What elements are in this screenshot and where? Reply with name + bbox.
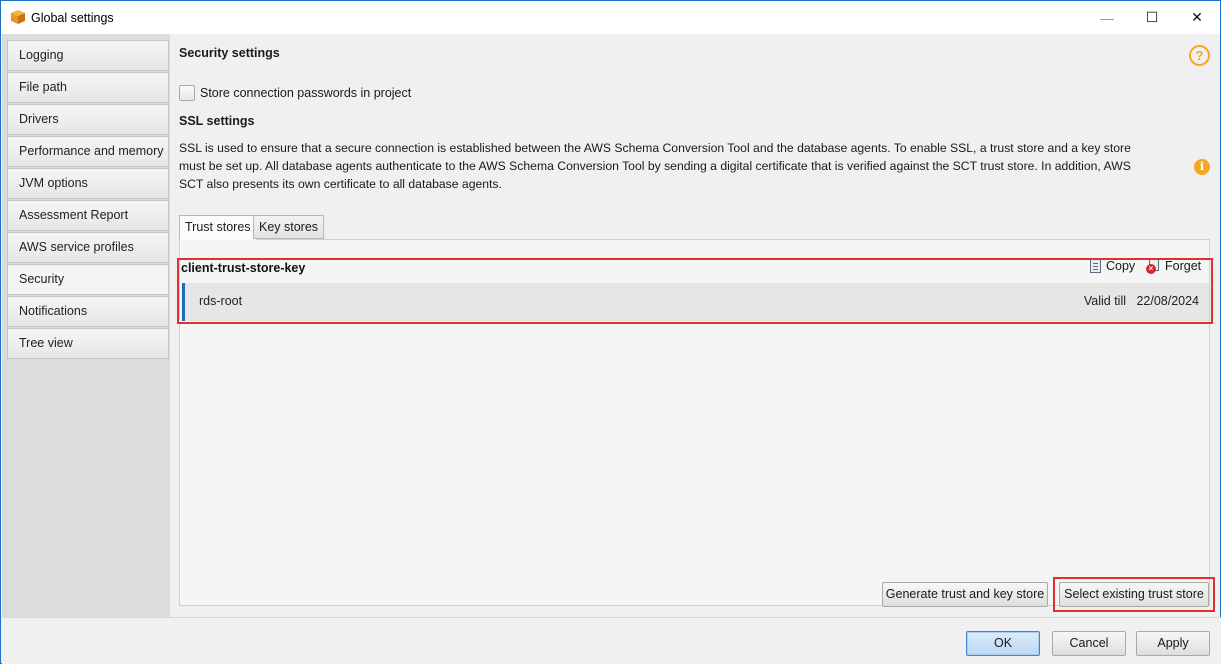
sidebar-item-security[interactable]: Security	[7, 264, 169, 295]
sidebar-item-jvm-options[interactable]: JVM options	[7, 168, 169, 199]
store-passwords-checkbox[interactable]	[179, 85, 195, 101]
sidebar-item-performance-and-memory[interactable]: Performance and memory	[7, 136, 169, 167]
sidebar-item-file-path[interactable]: File path	[7, 72, 169, 103]
tab-trust-stores[interactable]: Trust stores	[179, 215, 257, 240]
sidebar-item-notifications[interactable]: Notifications	[7, 296, 169, 327]
ssl-settings-title: SSL settings	[179, 114, 255, 128]
apply-button[interactable]: Apply	[1136, 631, 1210, 656]
sidebar-item-tree-view[interactable]: Tree view	[7, 328, 169, 359]
store-passwords-option[interactable]: Store connection passwords in project	[179, 85, 411, 101]
ssl-description: SSL is used to ensure that a secure conn…	[179, 141, 1131, 191]
sidebar-item-drivers[interactable]: Drivers	[7, 104, 169, 135]
select-button-highlight	[1053, 577, 1215, 612]
help-icon[interactable]: ?	[1189, 45, 1210, 66]
store-passwords-label: Store connection passwords in project	[200, 86, 412, 100]
minimize-button[interactable]: —	[1084, 1, 1130, 34]
close-button[interactable]: ✕	[1174, 1, 1220, 34]
cancel-button[interactable]: Cancel	[1052, 631, 1126, 656]
sidebar-item-logging[interactable]: Logging	[7, 40, 169, 71]
window-title: Global settings	[31, 11, 114, 25]
tab-key-stores[interactable]: Key stores	[253, 215, 325, 239]
ok-button[interactable]: OK	[966, 631, 1040, 656]
generate-trust-and-key-store-button[interactable]: Generate trust and key store	[882, 582, 1048, 607]
sidebar-item-assessment-report[interactable]: Assessment Report	[7, 200, 169, 231]
security-settings-panel: Security settings ? Store connection pas…	[170, 34, 1220, 617]
title-bar: Global settings — ☐ ✕	[1, 1, 1220, 34]
dialog-footer: OK Cancel Apply	[2, 617, 1221, 664]
maximize-button[interactable]: ☐	[1129, 1, 1175, 34]
settings-sidebar: Logging File path Drivers Performance an…	[2, 34, 170, 617]
trust-store-highlight	[177, 258, 1213, 324]
global-settings-window: Global settings — ☐ ✕ Logging File path …	[0, 0, 1221, 664]
page-title: Security settings	[179, 46, 280, 60]
info-icon[interactable]: i	[1194, 159, 1210, 175]
sidebar-item-aws-service-profiles[interactable]: AWS service profiles	[7, 232, 169, 263]
aws-box-icon	[11, 10, 25, 24]
